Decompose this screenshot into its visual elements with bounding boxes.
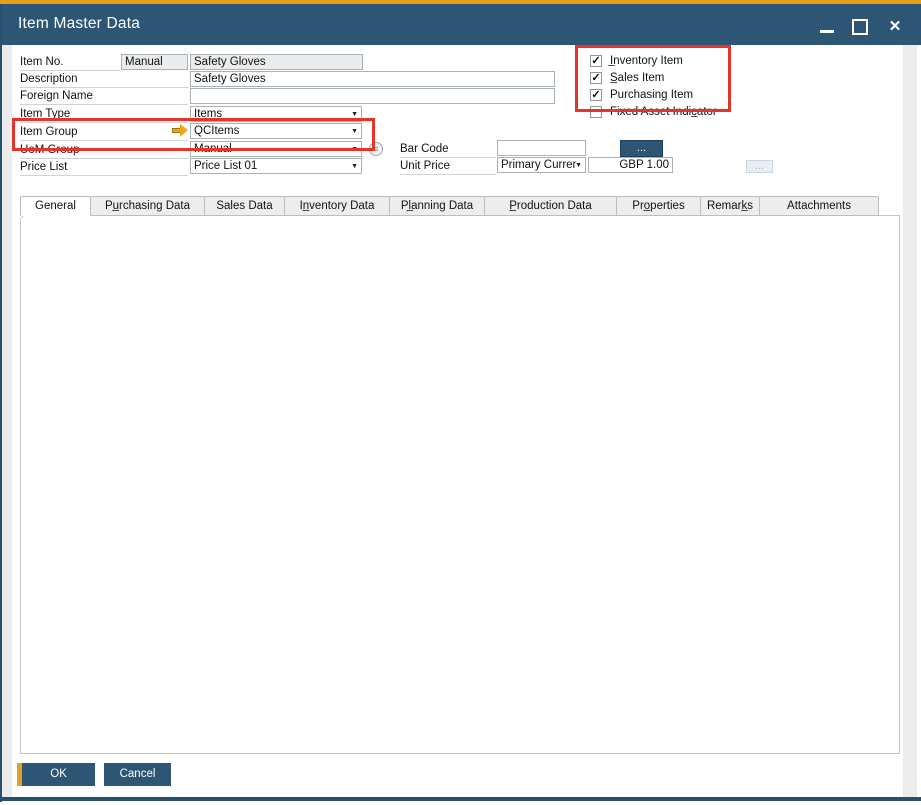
tab-label: Sales Data — [216, 200, 272, 212]
description-label: Description — [20, 72, 188, 88]
item-type-label: Item Type — [20, 107, 188, 123]
item-no-field[interactable]: Safety Gloves — [190, 54, 363, 70]
price-list-label: Price List — [20, 160, 188, 176]
checkbox-label: Fixed Asset Indic̲ator — [610, 106, 717, 119]
tab-general[interactable]: General — [20, 196, 91, 216]
chevron-down-icon: ▼ — [575, 161, 582, 170]
tab-label: General — [35, 200, 76, 212]
bar-code-browse-button[interactable]: ... — [620, 140, 663, 157]
item-group-arrow-icon — [172, 124, 188, 137]
item-no-mode-field[interactable]: Manual — [121, 54, 188, 70]
tab-label: P̲roduction Data — [509, 200, 591, 212]
minimize-icon — [820, 30, 834, 33]
general-tab-panel — [20, 215, 900, 754]
chevron-down-icon: ▼ — [351, 145, 358, 154]
tab-remarks[interactable]: Remark̲s — [700, 196, 760, 216]
tab-label: Attachments — [787, 200, 851, 212]
checkbox-label: S̲ales Item — [610, 72, 664, 85]
bar-code-label: Bar Code — [400, 142, 496, 158]
description-field[interactable]: Safety Gloves — [190, 71, 555, 87]
ok-button[interactable]: OK — [17, 763, 95, 786]
tab-purchasing-data[interactable]: Pu̲rchasing Data — [90, 196, 205, 216]
checkbox-label: I̲nventory Item — [610, 55, 683, 68]
tab-attachments[interactable]: Attachments — [759, 196, 879, 216]
price-list-dropdown[interactable]: Price List 01 ▼ — [190, 158, 362, 174]
uom-group-value: Manual — [194, 143, 232, 155]
tab-label: In̲ventory Data — [300, 200, 375, 212]
item-group-label: Item Group — [20, 125, 188, 141]
currency-dropdown[interactable]: Primary Currer▼ — [497, 157, 586, 173]
close-icon: ✕ — [884, 17, 906, 37]
bar-code-field[interactable] — [497, 140, 586, 156]
maximize-icon — [852, 19, 868, 35]
item-type-value: Items — [194, 108, 222, 120]
minimize-button[interactable] — [816, 17, 838, 37]
window-title: Item Master Data — [18, 15, 140, 33]
checkbox-box — [590, 106, 602, 118]
window-bottom-border — [0, 797, 921, 801]
tab-label: Pu̲rchasing Data — [105, 200, 190, 212]
unit-price-label: Unit Price — [400, 159, 496, 175]
cancel-button[interactable]: Cancel — [104, 763, 171, 786]
right-frame-strip — [903, 45, 917, 797]
chevron-down-icon: ▼ — [351, 110, 358, 119]
currency-value: Primary Currer — [501, 159, 576, 171]
foreign-name-field[interactable] — [190, 88, 555, 104]
item-no-label: Item No. — [20, 55, 120, 71]
left-frame-strip — [2, 45, 12, 797]
tab-properties[interactable]: Pro̲perties — [616, 196, 701, 216]
tab-planning-data[interactable]: Pl̲anning Data — [389, 196, 485, 216]
checkbox-box — [590, 89, 602, 101]
tab-sales-data[interactable]: Sales Data — [204, 196, 285, 216]
unit-price-field[interactable]: GBP 1.00 — [588, 157, 673, 173]
checkbox-box — [590, 55, 602, 67]
tab-label: Pl̲anning Data — [401, 200, 473, 212]
tab-inventory-data[interactable]: In̲ventory Data — [284, 196, 390, 216]
item-group-dropdown[interactable]: QCItems ▼ — [190, 123, 362, 139]
checkbox-box — [590, 72, 602, 84]
chevron-down-icon: ▼ — [351, 127, 358, 136]
close-button[interactable]: ✕ — [884, 17, 906, 37]
item-master-data-window: Item Master Data ✕ Item No. Manual Safet… — [0, 0, 921, 805]
foreign-name-label: Foreign Name — [20, 89, 188, 105]
uom-list-icon[interactable]: ≡ — [369, 142, 383, 156]
uom-group-label: UoM Group — [20, 143, 188, 159]
maximize-button[interactable] — [849, 17, 871, 37]
chevron-down-icon: ▼ — [351, 162, 358, 171]
item-group-value: QCItems — [194, 125, 239, 137]
unit-price-browse-button[interactable]: ... — [746, 160, 773, 173]
checkbox-label: Purchasing Item — [610, 89, 693, 102]
titlebar[interactable]: Item Master Data ✕ — [0, 4, 921, 45]
uom-group-dropdown[interactable]: Manual ▼ — [190, 141, 362, 157]
price-list-value: Price List 01 — [194, 160, 257, 172]
item-type-dropdown[interactable]: Items ▼ — [190, 106, 362, 122]
tab-label: Remark̲s — [707, 200, 753, 212]
tab-label: Pro̲perties — [632, 200, 684, 212]
tab-production-data[interactable]: P̲roduction Data — [484, 196, 617, 216]
tab-bar: General Pu̲rchasing Data Sales Data In̲v… — [20, 196, 879, 216]
